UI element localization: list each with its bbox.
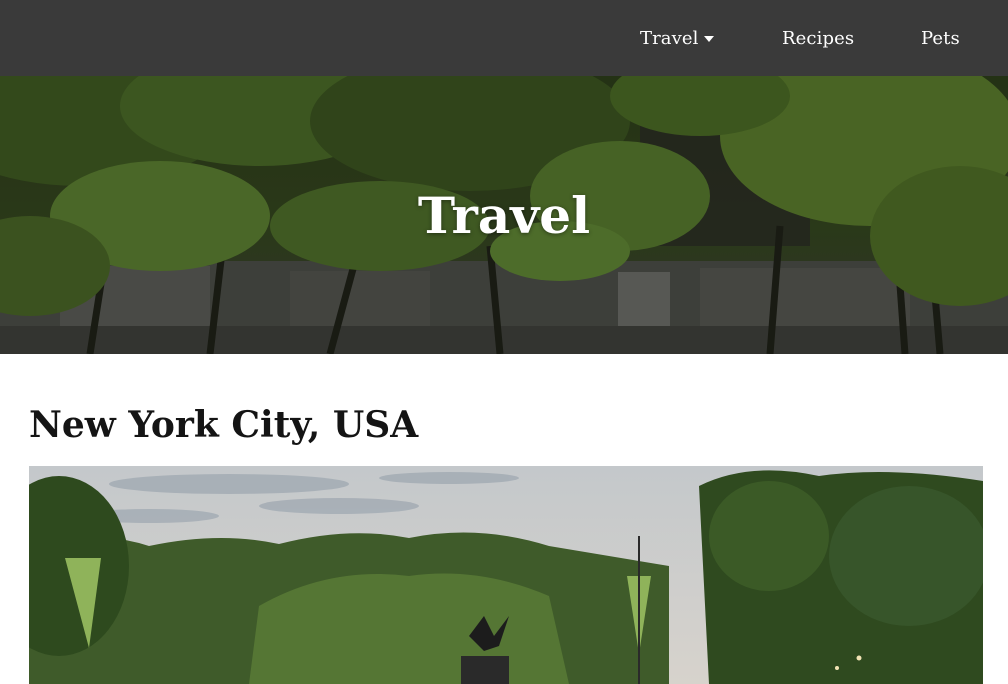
post-photo <box>29 466 983 684</box>
hero-title: Travel <box>417 186 591 245</box>
hero-banner: Travel <box>0 76 1008 354</box>
caret-down-icon <box>703 36 714 42</box>
nav-item-pets[interactable]: Pets <box>921 0 960 76</box>
nav-item-travel[interactable]: Travel <box>640 0 714 76</box>
nav-item-recipes[interactable]: Recipes <box>782 0 854 76</box>
top-navbar: Travel Recipes Pets <box>0 0 1008 76</box>
nav-item-pets-label: Pets <box>921 27 960 49</box>
central-park-photo <box>29 466 983 684</box>
post-title: New York City, USA <box>29 404 419 446</box>
nav-item-travel-label: Travel <box>640 27 699 49</box>
nav-item-recipes-label: Recipes <box>782 27 855 49</box>
